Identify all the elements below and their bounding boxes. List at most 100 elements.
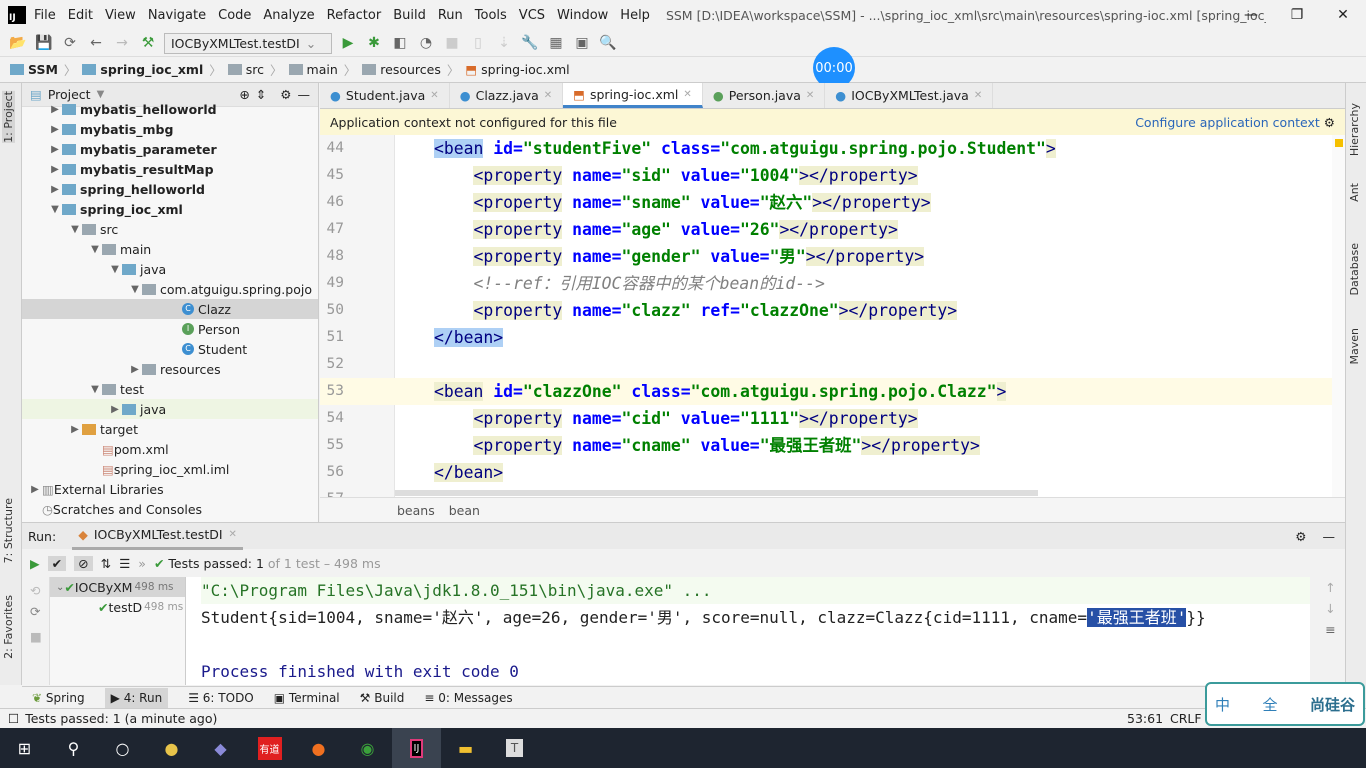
crumb-module[interactable]: spring_ioc_xml [82,62,203,77]
intellij-icon[interactable]: IJ [392,728,441,768]
tool-todo[interactable]: ☰ 6: TODO [188,691,254,705]
project-tree-item[interactable]: I Person [22,319,318,339]
project-structure-icon[interactable]: ▦ [546,35,566,51]
editor-tab[interactable]: ● Person.java ✕ [703,83,826,108]
run-config-select[interactable]: IOCByXMLTest.testDI ⌄ [164,32,332,54]
search-icon[interactable]: 🔍 [598,35,618,51]
tool-spring[interactable]: ❦ Spring [32,691,85,705]
expand-arrow-icon[interactable]: ▶ [48,164,62,175]
error-stripe[interactable] [1332,135,1345,497]
maven-tool-button[interactable]: Maven [1348,328,1361,364]
crumb-src[interactable]: src [227,62,264,77]
project-tree-item[interactable]: ▶ spring_helloworld [22,179,318,199]
expand-arrow-icon[interactable]: ▶ [48,124,62,135]
stop-icon[interactable]: ■ [30,629,42,644]
firefox-icon[interactable]: ● [294,728,343,768]
close-tab-icon[interactable]: ✕ [806,90,814,101]
editor-tab[interactable]: ● Student.java ✕ [320,83,450,108]
down-icon[interactable]: ↓ [1318,601,1343,616]
up-icon[interactable]: ↑ [1318,580,1343,595]
tool-build[interactable]: ⚒ Build [360,691,405,705]
youdao-icon[interactable]: 有道 [245,728,294,768]
gear-icon[interactable]: ⚙ [1324,115,1335,130]
project-tree-item[interactable]: ▶ mybatis_resultMap [22,159,318,179]
app-icon[interactable]: ◆ [196,728,245,768]
close-icon[interactable]: ✕ [1320,0,1366,30]
test-method-item[interactable]: ✔ testD 498 ms [50,597,185,617]
expand-arrow-icon[interactable]: ▶ [48,104,62,115]
more-icon[interactable]: » [138,556,146,571]
menu-tools[interactable]: Tools [475,8,507,23]
crumb-main[interactable]: main [288,62,338,77]
hide-icon[interactable]: — [298,87,311,102]
status-toggle-icon[interactable]: ☐ [8,711,19,726]
project-tree-item[interactable]: C Student [22,339,318,359]
coverage-icon[interactable]: ◧ [390,35,410,51]
ime-mode[interactable]: 中 [1215,694,1230,715]
tool-messages[interactable]: ≡ 0: Messages [424,691,512,705]
show-passed-icon[interactable]: ✔ [47,555,67,571]
editor-tab[interactable]: ● IOCByXMLTest.java ✕ [825,83,994,108]
ime-toolbar[interactable]: 中 全 尚硅谷 [1205,682,1365,726]
project-tree-item[interactable]: ▶ target [22,419,318,439]
terminal-icon[interactable]: ▣ [572,35,592,51]
console-output[interactable]: "C:\Program Files\Java\jdk1.8.0_151\bin\… [186,577,1310,685]
run-tab[interactable]: ◆ IOCByXMLTest.testDI ✕ [72,523,243,550]
expand-arrow-icon[interactable]: ▼ [88,244,102,255]
sync-icon[interactable]: ⟳ [60,35,80,51]
build-hammer-icon[interactable]: ⚒ [138,35,158,51]
menu-navigate[interactable]: Navigate [148,8,206,23]
line-separator[interactable]: CRLF [1170,711,1202,726]
stop-icon[interactable]: ■ [442,35,462,51]
close-tab-icon[interactable]: ✕ [974,90,982,101]
show-ignored-icon[interactable]: ⊘ [74,555,93,571]
rerun-icon[interactable]: ▶ [30,556,40,571]
expand-arrow-icon[interactable]: ▼ [128,284,142,295]
expand-arrow-icon[interactable]: ▼ [108,264,122,275]
app-icon[interactable]: ● [147,728,196,768]
menu-edit[interactable]: Edit [68,8,93,23]
menu-file[interactable]: File [34,8,56,23]
test-suite-item[interactable]: ⌄ ✔ IOCByXM 498 ms [50,577,185,597]
sort-alpha-icon[interactable]: ⇅ [101,556,111,571]
explorer-icon[interactable]: ▬ [441,728,490,768]
menu-build[interactable]: Build [393,8,426,23]
crumb-file[interactable]: ⬒ spring-ioc.xml [465,62,569,77]
expand-arrow-icon[interactable]: ▶ [48,144,62,155]
project-tree-item[interactable]: ▼ spring_ioc_xml [22,199,318,219]
menu-vcs[interactable]: VCS [519,8,545,23]
project-tree-item[interactable]: ▶ mybatis_helloworld [22,99,318,119]
hide-icon[interactable]: — [1323,529,1336,544]
close-tab-icon[interactable]: ✕ [683,89,691,100]
editor-tab[interactable]: ⬒ spring-ioc.xml ✕ [563,83,703,108]
project-tree-item[interactable]: C Clazz [22,299,318,319]
soft-wrap-icon[interactable]: ≡ [1318,622,1343,637]
ime-width[interactable]: 全 [1262,694,1277,715]
run-icon[interactable]: ▶ [338,35,358,51]
project-tree-item[interactable]: ▼ com.atguigu.spring.pojo [22,279,318,299]
close-tab-icon[interactable]: ✕ [430,90,438,101]
project-tree-item[interactable]: ◷ Scratches and Consoles [22,499,318,519]
tool-terminal[interactable]: ▣ Terminal [274,691,340,705]
caret-position[interactable]: 53:61 [1127,711,1163,726]
typora-icon[interactable]: T [490,728,539,768]
project-tree-item[interactable]: ▼ src [22,219,318,239]
expand-arrow-icon[interactable]: ▶ [28,484,42,495]
search-icon[interactable]: ⚲ [49,728,98,768]
menu-refactor[interactable]: Refactor [327,8,382,23]
database-tool-button[interactable]: Database [1348,243,1361,296]
maximize-icon[interactable]: ❐ [1274,0,1320,30]
expand-arrow-icon[interactable]: ▼ [88,384,102,395]
horizontal-scrollbar[interactable] [395,490,1038,496]
hierarchy-tool-button[interactable]: Hierarchy [1348,103,1361,156]
expand-arrow-icon[interactable]: ▶ [108,404,122,415]
editor-tab[interactable]: ● Clazz.java ✕ [450,83,564,108]
project-tree-item[interactable]: ▶ java [22,399,318,419]
favorites-tool-button[interactable]: 2: Favorites [2,595,15,659]
tool-run[interactable]: ▶ 4: Run [104,687,169,708]
gear-icon[interactable]: ⚙ [280,87,291,102]
project-tree-item[interactable]: ▼ java [22,259,318,279]
vcs-update-icon[interactable]: ⇣ [494,35,514,51]
debug-icon[interactable]: ✱ [364,35,384,51]
profile-icon[interactable]: ◔ [416,35,436,51]
